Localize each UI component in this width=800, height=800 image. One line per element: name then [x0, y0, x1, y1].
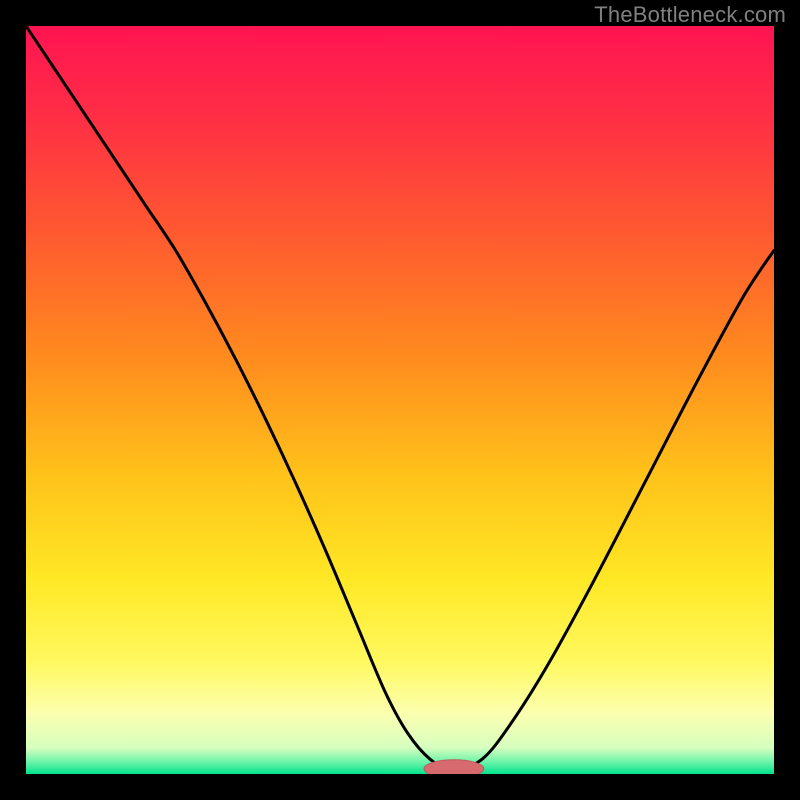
- optimum-marker: [26, 26, 774, 774]
- plot-area: [26, 26, 774, 774]
- watermark-text: TheBottleneck.com: [594, 2, 786, 28]
- chart-stage: TheBottleneck.com: [0, 0, 800, 800]
